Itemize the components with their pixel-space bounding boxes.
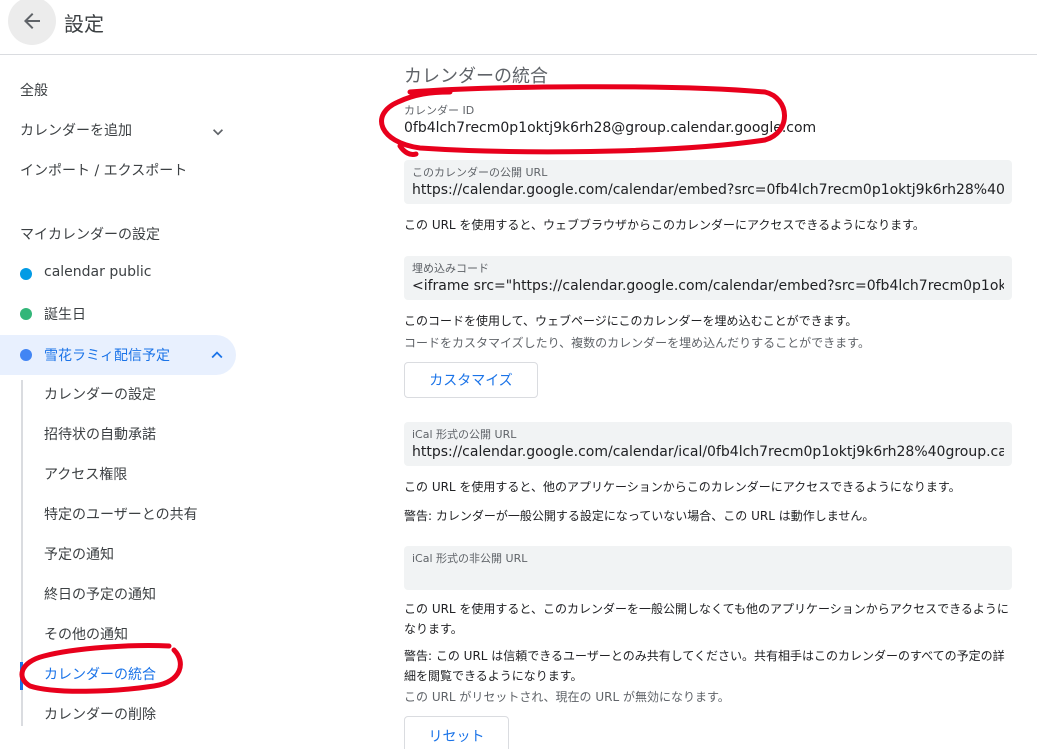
embed-code-customize-hint: コードをカスタマイズしたり、複数のカレンダーを埋め込んだりすることができます。: [404, 336, 870, 350]
calendar-color-dot: [20, 268, 32, 280]
public-url-field[interactable]: このカレンダーの公開 URL https://calendar.google.c…: [404, 160, 1012, 204]
settings-sidebar: 全般 カレンダーを追加 インポート / エクスポート マイカレンダーの設定 ca…: [0, 56, 240, 749]
calendar-label: 誕生日: [44, 307, 86, 323]
ical-public-url-field[interactable]: iCal 形式の公開 URL https://calendar.google.c…: [404, 422, 1012, 466]
subnav-other-notifications[interactable]: その他の通知: [44, 624, 128, 644]
embed-code-description: このコードを使用して、ウェブページにこのカレンダーを埋め込むことができます。: [404, 314, 858, 328]
calendar-color-dot: [20, 349, 32, 361]
subnav-auto-accept[interactable]: 招待状の自動承諾: [44, 424, 156, 444]
calendar-id-field: カレンダー ID 0fb4lch7recm0p1oktj9k6rh28@grou…: [404, 102, 816, 136]
calendar-color-dot: [20, 308, 32, 320]
back-button[interactable]: [8, 0, 56, 45]
reset-note: この URL がリセットされ、現在の URL が無効になります。: [404, 690, 730, 704]
calendar-label: calendar public: [44, 264, 152, 280]
reset-button[interactable]: リセット: [404, 716, 509, 749]
calendar-item-public[interactable]: calendar public: [0, 254, 236, 294]
ical-private-description: この URL を使用すると、このカレンダーを一般公開しなくても他のアプリケーショ…: [404, 602, 1009, 636]
nav-general[interactable]: 全般: [20, 80, 48, 100]
subnav-integrate-calendar[interactable]: カレンダーの統合: [44, 664, 156, 684]
public-url-label: このカレンダーの公開 URL: [412, 166, 548, 179]
subnav-delete-calendar[interactable]: カレンダーの削除: [44, 704, 156, 724]
calendar-id-label: カレンダー ID: [404, 104, 475, 117]
subnav-calendar-settings[interactable]: カレンダーの設定: [44, 384, 156, 404]
ical-private-url-field[interactable]: iCal 形式の非公開 URL: [404, 546, 1012, 590]
embed-code-label: 埋め込みコード: [412, 262, 489, 275]
ical-private-warning: 警告: この URL は信頼できるユーザーとのみ共有してください。共有相手はこの…: [404, 649, 1005, 683]
public-url-description: この URL を使用すると、ウェブブラウザからこのカレンダーにアクセスできるよう…: [404, 218, 925, 232]
nav-add-calendar[interactable]: カレンダーを追加: [20, 120, 132, 140]
my-calendars-heading: マイカレンダーの設定: [20, 227, 160, 243]
embed-code-value[interactable]: <iframe src="https://calendar.google.com…: [412, 278, 1004, 294]
nav-import-export[interactable]: インポート / エクスポート: [20, 160, 187, 180]
section-title: カレンダーの統合: [404, 66, 548, 87]
embed-code-field[interactable]: 埋め込みコード <iframe src="https://calendar.go…: [404, 256, 1012, 300]
chevron-up-icon[interactable]: [206, 344, 228, 366]
subnav-all-day-notifications[interactable]: 終日の予定の通知: [44, 584, 156, 604]
calendar-item-lamy[interactable]: 雪花ラミィ配信予定: [0, 335, 236, 375]
page-title: 設定: [64, 12, 104, 36]
ical-public-warning: 警告: カレンダーが一般公開する設定になっていない場合、この URL は動作しま…: [404, 509, 875, 523]
calendar-id-value[interactable]: 0fb4lch7recm0p1oktj9k6rh28@group.calenda…: [404, 120, 816, 136]
ical-public-url-label: iCal 形式の公開 URL: [412, 428, 517, 441]
subnav-event-notifications[interactable]: 予定の通知: [44, 544, 114, 564]
ical-public-url-value[interactable]: https://calendar.google.com/calendar/ica…: [412, 444, 1004, 460]
subnav-access-permissions[interactable]: アクセス権限: [44, 464, 127, 484]
public-url-value[interactable]: https://calendar.google.com/calendar/emb…: [412, 182, 1004, 198]
ical-public-description: この URL を使用すると、他のアプリケーションからこのカレンダーにアクセスでき…: [404, 480, 961, 494]
app-header: 設定: [0, 0, 1037, 55]
ical-private-url-label: iCal 形式の非公開 URL: [412, 552, 528, 565]
subnav-share-with-people[interactable]: 特定のユーザーとの共有: [44, 504, 198, 524]
customize-button[interactable]: カスタマイズ: [404, 362, 538, 398]
chevron-down-icon[interactable]: [208, 122, 228, 142]
calendar-item-birthdays[interactable]: 誕生日: [0, 294, 236, 334]
calendar-label: 雪花ラミィ配信予定: [44, 348, 170, 364]
subnav-active-marker: [20, 662, 23, 690]
arrow-back-icon: [24, 13, 40, 29]
